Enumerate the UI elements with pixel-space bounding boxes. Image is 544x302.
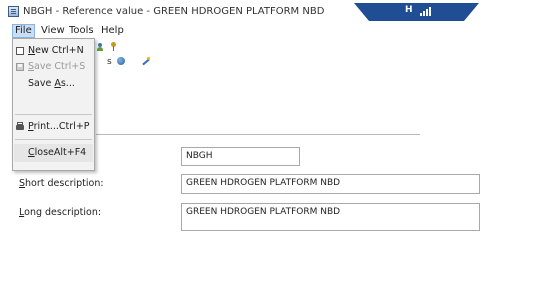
menu-separator: [15, 139, 92, 140]
title-banner: [354, 3, 479, 21]
window-title: NBGH - Reference value - GREEN HDROGEN P…: [23, 6, 325, 17]
menu-item-print[interactable]: Print...Ctrl+P: [13, 119, 94, 135]
save-icon: [16, 63, 24, 71]
file-menu-dropdown: New Ctrl+N Save Ctrl+S Save As... Print.…: [12, 38, 95, 171]
menu-item-close[interactable]: CloseAlt+F4: [13, 145, 94, 161]
menu-item-close-label: CloseAlt+F4: [28, 147, 87, 158]
menu-help[interactable]: Help: [99, 24, 126, 38]
menu-bar: File View Tools Help: [0, 24, 544, 38]
banner-h-icon: H: [405, 5, 413, 15]
menu-view[interactable]: View: [39, 24, 67, 38]
long-description-field[interactable]: GREEN HDROGEN PLATFORM NBD: [181, 203, 480, 231]
section-divider: [96, 134, 420, 135]
app-icon: [8, 6, 19, 17]
code-field[interactable]: NBGH: [181, 147, 300, 166]
title-bar: NBGH - Reference value - GREEN HDROGEN P…: [0, 0, 544, 24]
short-description-label: Short description:: [19, 178, 104, 189]
globe-icon[interactable]: [117, 57, 125, 65]
signal-icon: [420, 7, 432, 16]
menu-item-save-as-label: Save As...: [28, 78, 75, 89]
menu-item-new-label: New Ctrl+N: [28, 45, 84, 56]
long-description-label: Long description:: [19, 207, 102, 218]
menu-item-print-label: Print...Ctrl+P: [28, 121, 90, 132]
wand-icon[interactable]: [140, 57, 150, 66]
toolbar-partial-label: s: [107, 57, 112, 67]
menu-separator: [15, 114, 92, 115]
menu-item-save[interactable]: Save Ctrl+S: [13, 59, 94, 75]
user-icon[interactable]: [96, 43, 104, 51]
menu-tools[interactable]: Tools: [67, 24, 96, 38]
key-icon[interactable]: [110, 42, 117, 51]
menu-item-save-label: Save Ctrl+S: [28, 61, 86, 72]
short-description-field[interactable]: GREEN HDROGEN PLATFORM NBD: [181, 174, 480, 194]
menu-item-new[interactable]: New Ctrl+N: [13, 43, 94, 59]
menu-file[interactable]: File: [12, 24, 35, 38]
menu-item-save-as[interactable]: Save As...: [13, 76, 94, 92]
new-document-icon: [16, 47, 24, 55]
printer-icon: [16, 122, 24, 130]
